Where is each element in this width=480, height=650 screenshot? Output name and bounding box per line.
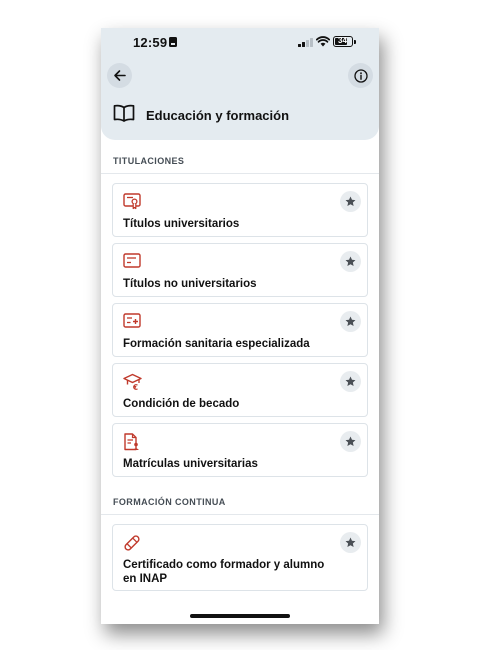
- star-icon: [345, 376, 356, 386]
- status-time: 12:59: [133, 35, 168, 50]
- certificate-card-icon: [123, 253, 141, 268]
- list-item-label: Formación sanitaria especializada: [123, 338, 310, 350]
- enrollment-document-icon: [124, 433, 139, 451]
- list-item-titulos-no-universitarios[interactable]: Títulos no universitarios: [112, 243, 368, 297]
- page-title: Educación y formación: [146, 108, 290, 123]
- battery-level: 34: [338, 36, 347, 45]
- favorite-button[interactable]: [340, 532, 361, 553]
- list-item-label: Matrículas universitarias: [123, 458, 258, 470]
- info-icon: [353, 68, 368, 83]
- list-item-label: Títulos no universitarios: [123, 278, 257, 290]
- favorite-button[interactable]: [340, 371, 361, 392]
- star-icon: [345, 537, 356, 547]
- section-label-formacion-continua: FORMACIÓN CONTINUA: [113, 497, 226, 507]
- favorite-button[interactable]: [340, 191, 361, 212]
- arrow-left-icon: [114, 70, 126, 81]
- list-item-condicion-becado[interactable]: Condición de becado: [112, 363, 368, 417]
- book-icon: [113, 104, 135, 122]
- favorite-button[interactable]: [340, 431, 361, 452]
- info-button[interactable]: [348, 63, 373, 88]
- list-item-formacion-sanitaria[interactable]: Formación sanitaria especializada: [112, 303, 368, 357]
- graduation-cap-euro-icon: [123, 373, 142, 390]
- list-item-label: Certificado como formador y alumno en IN…: [123, 559, 325, 585]
- star-icon: [345, 436, 356, 446]
- list-item-certificado-inap[interactable]: Certificado como formador y alumno en IN…: [112, 524, 368, 591]
- favorite-button[interactable]: [340, 251, 361, 272]
- wifi-icon: [316, 36, 330, 47]
- list-item-label: Condición de becado: [123, 398, 240, 410]
- list-item-titulos-universitarios[interactable]: Títulos universitarios: [112, 183, 368, 237]
- home-indicator[interactable]: [190, 614, 290, 618]
- battery-icon: 34: [333, 36, 353, 47]
- phone-screen: 12:59 34 Educación y formación TITULACIO…: [101, 28, 379, 624]
- favorite-button[interactable]: [340, 311, 361, 332]
- status-bar: 12:59 34: [101, 34, 379, 50]
- list-item-label: Títulos universitarios: [123, 218, 240, 230]
- signal-icon: [298, 38, 314, 47]
- star-icon: [345, 256, 356, 266]
- rolled-diploma-icon: [124, 535, 140, 551]
- star-icon: [345, 316, 356, 326]
- star-icon: [345, 196, 356, 206]
- id-card-icon: [169, 37, 177, 47]
- medical-certificate-icon: [123, 313, 141, 328]
- list-item-matriculas-universitarias[interactable]: Matrículas universitarias: [112, 423, 368, 477]
- diploma-icon: [123, 193, 141, 210]
- header: 12:59 34 Educación y formación: [101, 28, 379, 140]
- back-button[interactable]: [107, 63, 132, 88]
- section-label-titulaciones: TITULACIONES: [113, 156, 185, 166]
